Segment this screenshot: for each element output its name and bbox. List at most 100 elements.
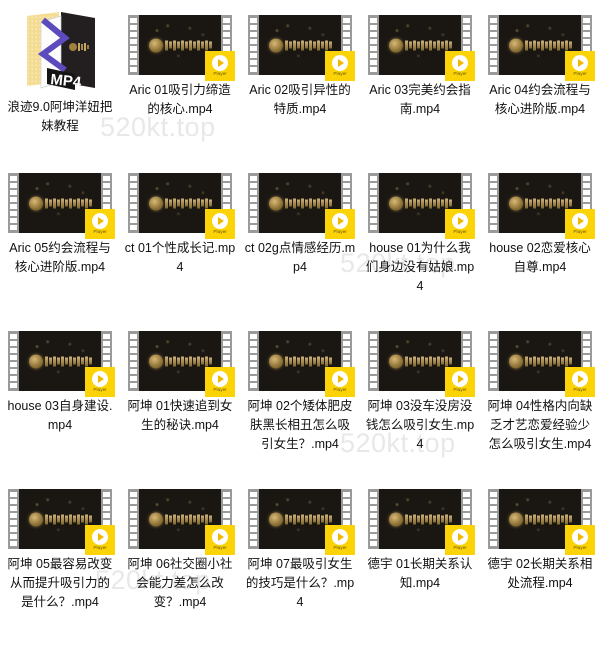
video-file-item[interactable]: Player Aric 03完美约会指南.mp4 bbox=[360, 0, 480, 158]
film-strip-thumbnail[interactable]: Player bbox=[128, 15, 235, 81]
video-logo-watermark bbox=[508, 37, 572, 54]
mp4-folder-icon[interactable]: MP4 bbox=[19, 8, 101, 92]
film-strip-thumbnail[interactable]: Player bbox=[368, 331, 475, 397]
film-sprocket-hole bbox=[130, 60, 137, 65]
video-file-item[interactable]: Player 阿坤 06社交圈小社会能力差怎么改变？.mp4 bbox=[120, 474, 240, 632]
film-strip-thumbnail[interactable]: Player bbox=[488, 331, 595, 397]
film-strip-thumbnail[interactable]: Player bbox=[248, 173, 355, 239]
player-badge-label: Player bbox=[93, 229, 107, 235]
film-sprocket-hole bbox=[10, 513, 17, 518]
player-overlay-badge[interactable]: Player bbox=[565, 367, 595, 397]
film-strip-thumbnail[interactable]: Player bbox=[488, 489, 595, 555]
film-strip-thumbnail[interactable]: Player bbox=[8, 489, 115, 555]
film-sprocket-hole bbox=[130, 527, 137, 532]
film-sprocket-hole bbox=[223, 499, 230, 504]
film-strip-thumbnail[interactable]: Player bbox=[8, 173, 115, 239]
player-overlay-badge[interactable]: Player bbox=[445, 51, 475, 81]
film-sprocket-hole bbox=[10, 520, 17, 525]
player-overlay-badge[interactable]: Player bbox=[445, 209, 475, 239]
player-overlay-badge[interactable]: Player bbox=[565, 51, 595, 81]
item-label: ct 02g点情感经历.mp4 bbox=[244, 241, 356, 274]
svg-text:MP4: MP4 bbox=[50, 71, 83, 91]
film-sprocket-hole bbox=[490, 211, 497, 216]
video-file-item[interactable]: Player Aric 05约会流程与核心进阶版.mp4 bbox=[0, 158, 120, 316]
film-sprocket-hole bbox=[463, 355, 470, 360]
logo-emblem-icon bbox=[508, 512, 523, 526]
film-sprocket-hole bbox=[370, 499, 377, 504]
film-sprocket-hole bbox=[490, 348, 497, 353]
film-sprocket-hole bbox=[370, 527, 377, 532]
logo-emblem-icon bbox=[508, 38, 523, 52]
film-sprocket-hole bbox=[250, 334, 257, 339]
logo-emblem-icon bbox=[388, 512, 403, 526]
film-sprocket-hole bbox=[370, 183, 377, 188]
film-strip-thumbnail[interactable]: Player bbox=[368, 15, 475, 81]
player-overlay-badge[interactable]: Player bbox=[445, 525, 475, 555]
player-overlay-badge[interactable]: Player bbox=[325, 209, 355, 239]
player-overlay-badge[interactable]: Player bbox=[85, 525, 115, 555]
player-overlay-badge[interactable]: Player bbox=[325, 51, 355, 81]
logo-wordmark bbox=[284, 356, 332, 367]
video-file-item[interactable]: Player house 03自身建设.mp4 bbox=[0, 316, 120, 474]
player-overlay-badge[interactable]: Player bbox=[205, 209, 235, 239]
video-file-item[interactable]: Player 阿坤 07最吸引女生的技巧是什么？.mp4 bbox=[240, 474, 360, 632]
player-overlay-badge[interactable]: Player bbox=[325, 367, 355, 397]
video-file-item[interactable]: Player ct 01个性成长记.mp4 bbox=[120, 158, 240, 316]
play-circle-icon bbox=[332, 529, 348, 545]
play-circle-icon bbox=[212, 213, 228, 229]
player-overlay-badge[interactable]: Player bbox=[565, 209, 595, 239]
film-sprocket-hole bbox=[370, 369, 377, 374]
film-strip-thumbnail[interactable]: Player bbox=[248, 15, 355, 81]
item-label: Aric 01吸引力缔造的核心.mp4 bbox=[129, 83, 231, 116]
video-file-item[interactable]: Player 阿坤 03没车没房没钱怎么吸引女生.mp4 bbox=[360, 316, 480, 474]
player-overlay-badge[interactable]: Player bbox=[205, 525, 235, 555]
film-strip-thumbnail[interactable]: Player bbox=[368, 489, 475, 555]
video-file-item[interactable]: Player 阿坤 05最容易改变从而提升吸引力的是什么？.mp4 bbox=[0, 474, 120, 632]
film-strip-thumbnail[interactable]: Player bbox=[248, 331, 355, 397]
film-strip-thumbnail[interactable]: Player bbox=[368, 173, 475, 239]
folder-item[interactable]: MP4 浪迹9.0阿坤洋妞把妹教程 bbox=[0, 0, 120, 158]
video-file-item[interactable]: Player 德宇 02长期关系相处流程.mp4 bbox=[480, 474, 600, 632]
video-file-item[interactable]: Player 阿坤 01快速追到女生的秘诀.mp4 bbox=[120, 316, 240, 474]
player-badge-label: Player bbox=[333, 545, 347, 551]
film-sprocket-hole bbox=[103, 499, 110, 504]
player-overlay-badge[interactable]: Player bbox=[205, 367, 235, 397]
film-sprocket-hole bbox=[583, 355, 590, 360]
video-file-item[interactable]: Player 德宇 01长期关系认知.mp4 bbox=[360, 474, 480, 632]
film-sprocket-hole bbox=[490, 190, 497, 195]
film-sprocket-hole bbox=[10, 218, 17, 223]
film-strip-thumbnail[interactable]: Player bbox=[248, 489, 355, 555]
video-file-item[interactable]: Player house 02恋爱核心 自尊.mp4 bbox=[480, 158, 600, 316]
player-overlay-badge[interactable]: Player bbox=[205, 51, 235, 81]
video-file-item[interactable]: Player Aric 04约会流程与核心进阶版.mp4 bbox=[480, 0, 600, 158]
player-overlay-badge[interactable]: Player bbox=[445, 367, 475, 397]
film-strip-thumbnail[interactable]: Player bbox=[488, 173, 595, 239]
player-badge-label: Player bbox=[573, 229, 587, 235]
film-strip-thumbnail[interactable]: Player bbox=[128, 173, 235, 239]
player-overlay-badge[interactable]: Player bbox=[565, 525, 595, 555]
film-sprocket-hole bbox=[250, 211, 257, 216]
film-strip-thumbnail[interactable]: Player bbox=[488, 15, 595, 81]
film-sprocket-hole bbox=[463, 176, 470, 181]
video-file-item[interactable]: Player 阿坤 02个矮体肥皮肤黑长相丑怎么吸引女生？.mp4 bbox=[240, 316, 360, 474]
film-strip-thumbnail[interactable]: Player bbox=[128, 331, 235, 397]
player-overlay-badge[interactable]: Player bbox=[325, 525, 355, 555]
film-sprocket-hole bbox=[490, 527, 497, 532]
film-sprocket-hole bbox=[463, 18, 470, 23]
item-label: house 02恋爱核心 自尊.mp4 bbox=[489, 241, 591, 274]
player-overlay-badge[interactable]: Player bbox=[85, 367, 115, 397]
video-logo-watermark bbox=[268, 353, 332, 370]
video-file-item[interactable]: Player Aric 02吸引异性的特质.mp4 bbox=[240, 0, 360, 158]
video-file-item[interactable]: Player Aric 01吸引力缔造的核心.mp4 bbox=[120, 0, 240, 158]
film-strip-thumbnail[interactable]: Player bbox=[128, 489, 235, 555]
video-file-item[interactable]: Player ct 02g点情感经历.mp4 bbox=[240, 158, 360, 316]
player-overlay-badge[interactable]: Player bbox=[85, 209, 115, 239]
film-sprocket-left bbox=[488, 331, 499, 391]
film-sprocket-hole bbox=[463, 25, 470, 30]
film-sprocket-hole bbox=[343, 341, 350, 346]
video-file-item[interactable]: Player house 01为什么我们身边没有姑娘.mp4 bbox=[360, 158, 480, 316]
video-logo-watermark bbox=[28, 195, 92, 212]
film-sprocket-hole bbox=[10, 334, 17, 339]
video-file-item[interactable]: Player 阿坤 04性格内向缺乏才艺恋爱经验少怎么吸引女生.mp4 bbox=[480, 316, 600, 474]
film-strip-thumbnail[interactable]: Player bbox=[8, 331, 115, 397]
